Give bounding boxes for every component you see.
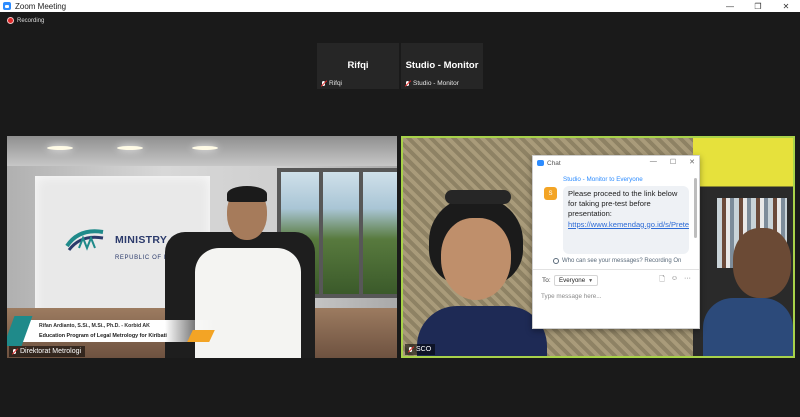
chat-window[interactable]: Chat — ☐ ✕ Studio - Monitor to Everyone …	[532, 155, 700, 329]
program-title: Education Program of Legal Metrology for…	[39, 333, 167, 339]
chat-window-controls: — ☐ ✕	[650, 158, 695, 166]
ceiling-lamp	[192, 146, 218, 150]
chat-app-icon	[537, 160, 544, 166]
mic-muted-icon	[320, 80, 326, 87]
minimize-button[interactable]: —	[716, 0, 744, 12]
video-tile-direktorat-metrologi[interactable]: MINISTRY OF TRADE REPUBLIC OF INDONESIA …	[7, 136, 397, 358]
maximize-button[interactable]: ❐	[744, 0, 772, 12]
mic-muted-icon	[407, 346, 413, 353]
message-sender: Studio - Monitor to Everyone	[563, 176, 643, 183]
more-icon[interactable]: ···	[684, 275, 691, 286]
mic-muted-icon	[11, 348, 17, 355]
privacy-text: Who can see your messages? Recording On	[562, 258, 682, 264]
recipient-value: Everyone	[559, 277, 586, 284]
participant-thumbnail-studio-monitor[interactable]: Studio - Monitor Studio - Monitor	[401, 43, 483, 89]
video-tile-label-text: SCO	[416, 346, 432, 353]
recipient-dropdown[interactable]: Everyone ▼	[554, 275, 599, 286]
sender-avatar: S	[544, 187, 557, 200]
presenter-name: Rifan Ardianto, S.Si., M.Si., Ph.D. - Ko…	[39, 323, 150, 329]
participant-label: Rifqi	[320, 80, 342, 87]
second-participant-figure	[703, 228, 793, 356]
chat-scrollbar[interactable]	[694, 178, 697, 238]
emoji-icon[interactable]: ☺	[671, 275, 678, 286]
video-tile-label: Direktorat Metrologi	[9, 346, 86, 357]
window-title: Zoom Meeting	[15, 1, 67, 11]
pretest-link[interactable]: https://www.kemendag.go.id/s/Pretest	[568, 220, 689, 229]
lower-third-banner: Rifan Ardianto, S.Si., M.Si., Ph.D. - Ko…	[7, 316, 215, 346]
chat-message-input[interactable]	[541, 289, 691, 303]
participant-label-text: Studio - Monitor	[413, 80, 459, 87]
chat-title: Chat	[547, 159, 561, 167]
window-controls: — ❐ ✕	[716, 0, 800, 12]
chat-close-button[interactable]: ✕	[689, 158, 695, 166]
recording-label: Recording	[17, 17, 45, 24]
chat-title-bar[interactable]: Chat — ☐ ✕	[533, 156, 699, 170]
participant-label: Studio - Monitor	[404, 80, 459, 87]
recording-dot-icon	[7, 17, 14, 24]
close-button[interactable]: ✕	[772, 0, 800, 12]
file-icon[interactable]: 🗋	[659, 275, 665, 286]
chat-message-bubble: Please proceed to the link below for tak…	[563, 186, 689, 254]
chat-divider	[533, 269, 699, 270]
zoom-app-icon	[3, 2, 11, 10]
to-label: To:	[542, 277, 551, 284]
message-text: Please proceed to the link below for tak…	[568, 189, 678, 219]
title-bar: Zoom Meeting — ❐ ✕	[0, 0, 800, 12]
room-ceiling	[7, 136, 397, 166]
ministry-logo-icon	[65, 229, 104, 251]
participant-thumbnail-rifqi[interactable]: Rifqi Rifqi	[317, 43, 399, 89]
sunglasses	[445, 190, 511, 204]
chat-maximize-button[interactable]: ☐	[670, 158, 676, 166]
participant-name-large: Rifqi	[347, 60, 369, 71]
chevron-down-icon: ▼	[588, 277, 594, 284]
recording-indicator[interactable]: Recording	[7, 17, 44, 24]
ceiling-lamp	[117, 146, 143, 150]
participant-name-large: Studio - Monitor	[405, 60, 479, 71]
chat-tools: 🗋 ☺ ···	[659, 275, 691, 286]
eye-icon	[553, 258, 559, 264]
video-tile-label: SCO	[405, 344, 436, 355]
ceiling-lamp	[47, 146, 73, 150]
video-tile-label-text: Direktorat Metrologi	[20, 348, 82, 355]
chat-minimize-button[interactable]: —	[650, 158, 657, 166]
privacy-notice[interactable]: Who can see your messages? Recording On	[553, 258, 681, 264]
mic-muted-icon	[404, 80, 410, 87]
participant-label-text: Rifqi	[329, 80, 343, 87]
participant-figure	[417, 186, 547, 356]
